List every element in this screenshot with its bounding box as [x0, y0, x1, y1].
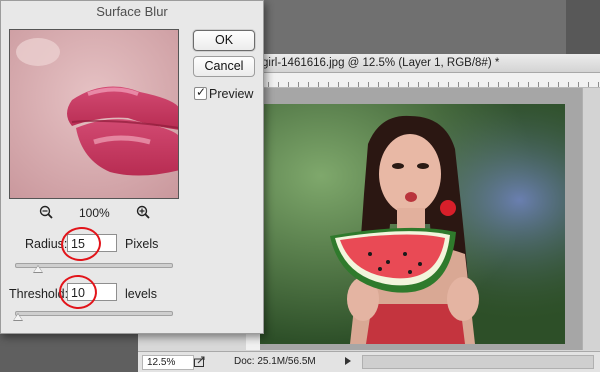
surface-blur-dialog: Surface Blur 100% OK Cancel ✓ Preview Ra…	[0, 0, 264, 334]
preview-checkbox[interactable]: ✓	[194, 85, 207, 100]
threshold-unit: levels	[125, 287, 157, 301]
status-bar: 12.5% Doc: 25.1M/56.5M	[138, 351, 600, 372]
preview-label: Preview	[209, 87, 254, 101]
vertical-scrollbar[interactable]	[582, 88, 600, 350]
threshold-slider-track[interactable]	[15, 311, 173, 316]
zoom-out-icon[interactable]	[39, 205, 53, 219]
threshold-slider-thumb[interactable]	[13, 313, 24, 321]
radius-slider-thumb[interactable]	[33, 265, 44, 273]
ok-button[interactable]: OK	[193, 30, 255, 51]
checkmark-icon: ✓	[196, 85, 207, 99]
annotation-circle-radius	[59, 225, 103, 263]
document-size-info: Doc: 25.1M/56.5M	[234, 356, 316, 367]
status-menu-arrow-icon[interactable]	[345, 357, 351, 365]
canvas-area[interactable]	[260, 88, 600, 350]
filter-preview[interactable]	[9, 29, 179, 199]
annotation-circle-threshold	[57, 273, 99, 311]
cancel-button[interactable]: Cancel	[193, 56, 255, 77]
document-image	[260, 104, 565, 344]
radius-unit: Pixels	[125, 237, 159, 251]
preview-zoom-level: 100%	[79, 206, 110, 220]
zoom-in-icon[interactable]	[136, 205, 150, 219]
zoom-field[interactable]: 12.5%	[142, 355, 194, 370]
document-title: girl-1461616.jpg @ 12.5% (Layer 1, RGB/8…	[262, 57, 500, 69]
dialog-title: Surface Blur	[96, 4, 168, 19]
horizontal-scrollbar[interactable]	[362, 355, 594, 369]
workspace-background	[262, 0, 572, 56]
export-icon[interactable]	[194, 356, 206, 367]
